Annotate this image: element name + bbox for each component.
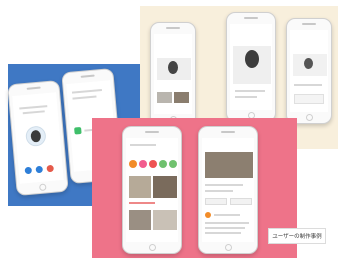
home-button[interactable] (224, 244, 232, 251)
text-line (72, 95, 97, 100)
phone-detail-screen (286, 18, 332, 124)
text-line (205, 190, 233, 192)
phone-category-screen (122, 126, 182, 254)
phone-screen (154, 34, 192, 114)
person-photo (304, 58, 313, 69)
input-field[interactable] (294, 94, 324, 104)
category-icon[interactable] (149, 160, 157, 168)
action-button[interactable] (205, 198, 227, 205)
phone-screen (230, 24, 272, 110)
action-button[interactable] (230, 198, 252, 205)
text-line (294, 84, 322, 86)
phone-photo-screen (226, 12, 276, 122)
phone-article-screen (198, 126, 258, 254)
category-icon[interactable] (139, 160, 147, 168)
phone-speaker (26, 86, 41, 90)
text-line (214, 214, 240, 216)
text-line (205, 232, 241, 234)
chat-button[interactable] (35, 165, 44, 174)
person-photo (245, 50, 259, 68)
photo-thumbnail[interactable] (153, 176, 177, 198)
text-line (205, 184, 243, 186)
hangup-button[interactable] (46, 164, 55, 173)
text-line (19, 105, 48, 110)
text-line (205, 227, 245, 229)
text-line (22, 110, 45, 114)
phone-speaker (166, 27, 180, 29)
person-photo (168, 61, 178, 74)
home-button[interactable] (38, 183, 47, 192)
photo-thumbnail[interactable] (153, 210, 177, 230)
phone-speaker (145, 131, 159, 133)
phone-speaker (302, 23, 316, 25)
text-line (130, 144, 156, 146)
text-line (205, 222, 249, 224)
phone-speaker (244, 17, 258, 19)
phone-speaker (80, 74, 95, 78)
home-button[interactable] (148, 244, 156, 251)
home-button[interactable] (305, 114, 313, 121)
phone-screen (202, 138, 254, 242)
call-button[interactable] (24, 166, 33, 175)
text-line (71, 89, 102, 94)
phone-gallery-screen (150, 22, 196, 126)
category-icon[interactable] (169, 160, 177, 168)
avatar-icon (205, 212, 211, 218)
phone-screen (12, 92, 64, 184)
text-line (129, 202, 155, 204)
photo-thumbnail[interactable] (129, 210, 151, 230)
chat-icon[interactable] (74, 126, 82, 135)
caption-label: ユーザーの制作事例 (268, 228, 326, 244)
category-icon[interactable] (129, 160, 137, 168)
photo-thumbnail[interactable] (174, 92, 189, 103)
photo-thumbnail[interactable] (157, 92, 172, 103)
category-icon[interactable] (159, 160, 167, 168)
photo-main[interactable] (205, 152, 253, 178)
phone-speaker (221, 131, 235, 133)
phone-profile-screen (7, 79, 69, 197)
app-showcase: ユーザーの制作事例 (0, 0, 340, 263)
phone-screen (290, 30, 328, 112)
text-line (235, 90, 265, 92)
photo-thumbnail[interactable] (129, 176, 151, 198)
text-line (235, 96, 257, 98)
phone-screen (126, 138, 178, 242)
